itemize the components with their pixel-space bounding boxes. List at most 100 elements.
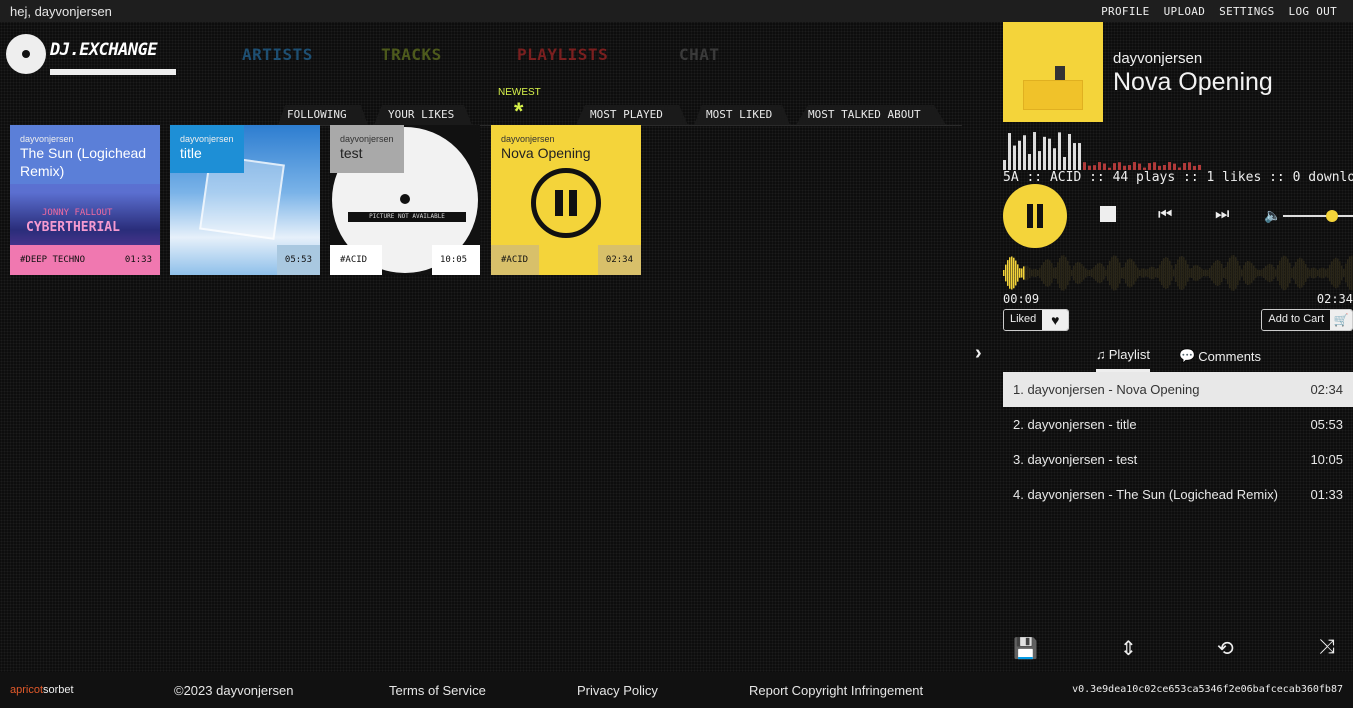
pause-icon[interactable] [531,168,601,238]
next-button[interactable]: ⏭ [1215,206,1229,224]
playlist-item-title: 2. dayvonjersen - title [1013,417,1137,432]
waveform-bar [1059,257,1061,289]
waveform-bar [1227,261,1229,285]
music-note-icon: ♫ [1096,347,1106,362]
waveform-bar [1061,255,1063,291]
waveform-bar [1121,267,1123,279]
waveform-bar [1233,255,1235,291]
waveform-bar [1183,257,1185,289]
sort-icon[interactable]: ⇕ [1120,636,1137,661]
waveform-bar [1087,269,1089,277]
stop-button[interactable] [1100,206,1116,222]
equalizer-bar [1153,162,1156,170]
waveform-bar [1027,266,1029,280]
volume-slider-knob[interactable] [1326,210,1338,222]
previous-button[interactable]: ⏮ [1158,206,1172,224]
tab-your-likes[interactable]: YOUR LIKES [388,108,454,121]
heart-icon: ♥ [1042,310,1069,330]
waveform-bar [1007,260,1009,286]
nav-chat[interactable]: CHAT [679,45,720,64]
waveform-bar [1071,269,1073,277]
tab-comments[interactable]: 💬 Comments [1179,340,1261,372]
save-icon[interactable]: 💾 [1013,636,1038,661]
tab-most-liked[interactable]: MOST LIKED [706,108,772,121]
vinyl-disc-icon [6,34,46,74]
card-genre-tag[interactable]: #ACID [330,245,382,275]
waveform-bar [1265,266,1267,280]
waveform-bar [1139,269,1141,277]
tab-most-talked-about[interactable]: MOST TALKED ABOUT [808,108,921,121]
tab-following[interactable]: FOLLOWING [287,108,347,121]
volume-icon[interactable]: 🔈 [1264,207,1281,224]
waveform-bar [1187,264,1189,282]
report-copyright-link[interactable]: Report Copyright Infringement [749,683,923,698]
track-card[interactable]: dayvonjersen The Sun (Logichead Remix) J… [10,125,160,275]
waveform-bar [1043,262,1045,284]
terms-link[interactable]: Terms of Service [389,683,486,698]
time-current: 00:09 [1003,292,1040,306]
shuffle-icon[interactable]: ⤨ [1319,636,1335,659]
pause-button[interactable] [1003,184,1067,248]
card-duration: 02:34 [597,245,641,275]
waveform-bar [1151,266,1153,280]
site-logo[interactable]: DJ.EXCHANGE [6,34,182,80]
track-card[interactable]: PICTURE NOT AVAILABLE dayvonjersen test … [330,125,480,275]
sort-tabs: FOLLOWING YOUR LIKES NEWEST * MOST PLAYE… [270,86,962,126]
waveform-seekbar[interactable] [1003,248,1353,298]
tab-most-played[interactable]: MOST PLAYED [590,108,663,121]
waveform-bar [1207,269,1209,277]
waveform-bar [1291,268,1293,278]
waveform-bar [1287,258,1289,288]
waveform-bar [1281,257,1283,289]
playlist: 1. dayvonjersen - Nova Opening 02:34 2. … [1003,372,1353,512]
waveform-bar [1169,260,1171,286]
waveform-bar [1197,265,1199,281]
volume-slider[interactable] [1283,215,1353,217]
track-card[interactable]: dayvonjersen Nova Opening #ACID 02:34 [491,125,641,275]
waveform-bar [1075,262,1077,284]
comment-icon: 💬 [1179,348,1196,363]
waveform-bar [1229,257,1231,289]
playlist-item[interactable]: 3. dayvonjersen - test 10:05 [1003,442,1353,477]
waveform-bar [1257,269,1259,277]
equalizer-bar [1118,162,1121,170]
nav-settings-link[interactable]: SETTINGS [1219,5,1274,18]
waveform-bar [1069,265,1071,281]
playlist-item[interactable]: 2. dayvonjersen - title 05:53 [1003,407,1353,442]
placeholder-text: PICTURE NOT AVAILABLE [348,212,466,222]
waveform-bar [1119,262,1121,284]
repeat-icon[interactable]: ⟲ [1217,636,1234,661]
waveform-bar [1125,262,1127,284]
waveform-bar [1243,265,1245,281]
waveform-bar [1317,269,1319,277]
tab-playlist[interactable]: ♫ Playlist [1096,340,1150,372]
playlist-item[interactable]: 4. dayvonjersen - The Sun (Logichead Rem… [1003,477,1353,512]
add-to-cart-button[interactable]: Add to Cart 🛒 [1261,309,1353,331]
footer-brand[interactable]: apricotsorbet [10,684,74,696]
privacy-link[interactable]: Privacy Policy [577,683,658,698]
waveform-bar [1131,259,1133,287]
liked-button[interactable]: Liked ♥ [1003,309,1070,331]
chevron-right-icon[interactable]: › [975,342,982,365]
equalizer-bar [1053,148,1056,170]
equalizer-bar [1113,163,1116,170]
tab-newest[interactable]: NEWEST [498,87,541,98]
card-genre-tag[interactable]: #ACID [491,245,539,275]
liked-label: Liked [1004,310,1043,330]
now-playing-artist[interactable]: dayvonjersen [1113,50,1202,67]
waveform-bar [1273,266,1275,280]
nav-profile-link[interactable]: PROFILE [1101,5,1149,18]
waveform-bar [1303,260,1305,286]
playlist-item[interactable]: 1. dayvonjersen - Nova Opening 02:34 [1003,372,1353,407]
waveform-bar [1315,268,1317,278]
equalizer-bar [1188,162,1191,170]
equalizer-bar [1038,151,1041,170]
track-card[interactable]: dayvonjersen title 05:53 [170,125,320,275]
nav-playlists[interactable]: PLAYLISTS [517,45,608,64]
nav-tracks[interactable]: TRACKS [381,45,442,64]
nav-artists[interactable]: ARTISTS [242,45,313,64]
nav-upload-link[interactable]: UPLOAD [1164,5,1206,18]
waveform-bar [1019,268,1021,278]
waveform-bar [1205,269,1207,277]
nav-logout-link[interactable]: LOG OUT [1289,5,1337,18]
